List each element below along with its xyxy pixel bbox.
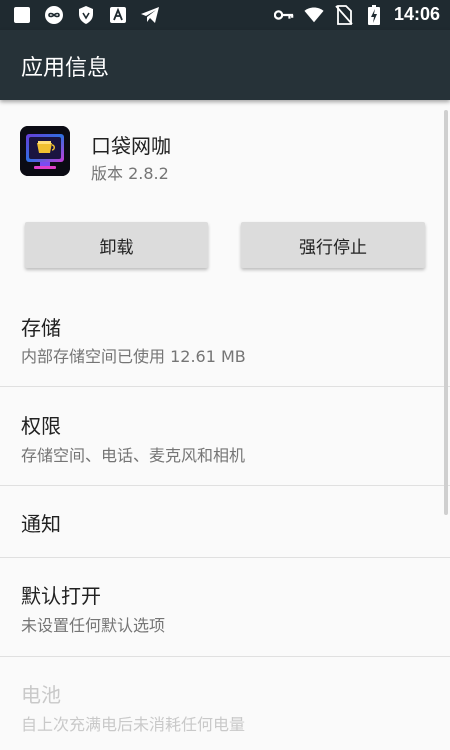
settings-item-notifications[interactable]: 通知 bbox=[0, 486, 450, 557]
shield-app-icon bbox=[76, 5, 96, 25]
page-title: 应用信息 bbox=[21, 56, 110, 81]
battery-charging-icon bbox=[364, 4, 384, 25]
system-icons: 14:06 bbox=[273, 4, 440, 25]
settings-item-subtitle: 自上次充满电后未消耗任何电量 bbox=[21, 715, 246, 734]
app-bar: 应用信息 bbox=[0, 30, 450, 100]
a-app-icon bbox=[108, 5, 128, 25]
wifi-icon bbox=[304, 5, 324, 25]
app-icon bbox=[20, 126, 70, 176]
settings-item-subtitle: 内部存储空间已使用 12.61 MB bbox=[21, 347, 246, 366]
settings-item-permissions[interactable]: 权限 存储空间、电话、麦克风和相机 bbox=[0, 387, 450, 485]
notification-icons bbox=[12, 5, 160, 25]
scrollbar[interactable] bbox=[444, 110, 448, 515]
settings-item-battery: 电池 自上次充满电后未消耗任何电量 bbox=[0, 657, 450, 750]
settings-item-subtitle: 存储空间、电话、麦克风和相机 bbox=[21, 446, 246, 465]
settings-item-title: 存储 bbox=[21, 316, 61, 340]
key-icon bbox=[273, 5, 294, 25]
app-name: 口袋网咖 bbox=[91, 134, 171, 158]
settings-item-title: 电池 bbox=[21, 683, 61, 707]
no-sim-icon bbox=[334, 4, 354, 25]
settings-item-subtitle: 未设置任何默认选项 bbox=[21, 616, 166, 635]
uninstall-button[interactable]: 卸载 bbox=[25, 222, 208, 268]
settings-item-open-by-default[interactable]: 默认打开 未设置任何默认选项 bbox=[0, 558, 450, 656]
app-header: 口袋网咖 版本 2.8.2 bbox=[0, 100, 450, 210]
infinity-app-icon bbox=[44, 5, 64, 25]
clock: 14:06 bbox=[393, 4, 440, 24]
status-bar: 14:06 bbox=[0, 0, 450, 30]
force-stop-button[interactable]: 强行停止 bbox=[241, 222, 425, 268]
settings-item-storage[interactable]: 存储 内部存储空间已使用 12.61 MB bbox=[0, 290, 450, 386]
settings-item-title: 默认打开 bbox=[21, 584, 101, 608]
telegram-icon bbox=[140, 5, 160, 25]
settings-item-title: 权限 bbox=[21, 414, 61, 438]
settings-item-title: 通知 bbox=[21, 512, 61, 536]
app-version: 版本 2.8.2 bbox=[91, 164, 169, 183]
square-notification-icon bbox=[12, 5, 32, 25]
